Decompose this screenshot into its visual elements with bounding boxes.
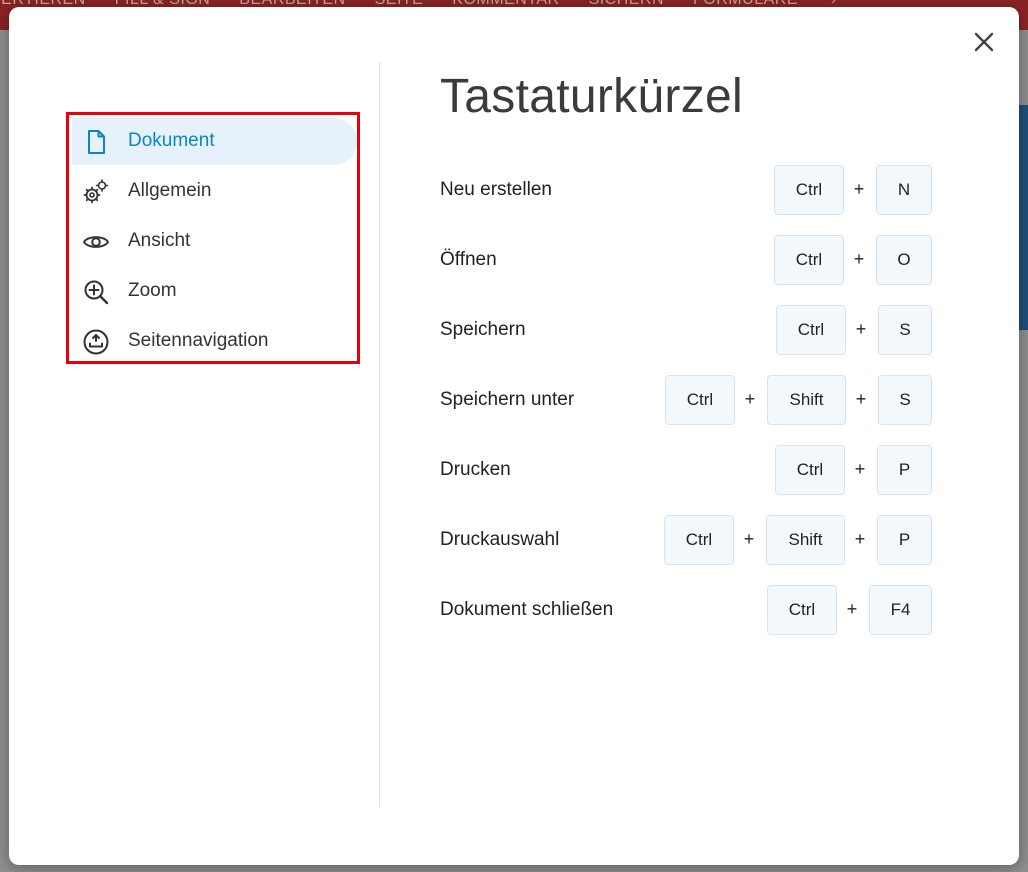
nav-item-ansicht[interactable]: Ansicht	[72, 218, 357, 265]
key-cap: N	[876, 165, 932, 215]
category-nav: Dokument Allgemein Ansicht Zoom Seitenna…	[66, 112, 360, 364]
key-cap: P	[877, 515, 932, 565]
eye-icon	[82, 236, 110, 248]
divider	[379, 62, 380, 807]
nav-item-allgemein[interactable]: Allgemein	[72, 168, 357, 215]
key-cap: Ctrl	[665, 375, 735, 425]
plus-separator: +	[854, 459, 866, 479]
shortcut-label: Dokument schließen	[440, 599, 614, 620]
plus-separator: +	[854, 529, 866, 549]
shortcut-label: Druckauswahl	[440, 529, 560, 550]
shortcut-row: Neu erstellen Ctrl + N	[440, 165, 932, 215]
key-cap: Ctrl	[767, 585, 837, 635]
key-cap: Ctrl	[774, 165, 844, 215]
document-icon	[88, 130, 105, 154]
plus-separator: +	[846, 599, 858, 619]
nav-item-label: Zoom	[128, 280, 177, 301]
key-cap: O	[876, 235, 932, 285]
close-icon	[974, 32, 994, 52]
background-blue-panel	[1019, 105, 1028, 330]
zoom-in-icon	[84, 280, 109, 305]
close-button[interactable]	[971, 29, 997, 55]
page-navigation-icon	[83, 329, 109, 355]
shortcut-label: Speichern	[440, 319, 526, 340]
shortcut-row: Drucken Ctrl + P	[440, 445, 932, 495]
plus-separator: +	[853, 179, 865, 199]
plus-separator: +	[743, 529, 755, 549]
nav-item-seitennavigation[interactable]: Seitennavigation	[72, 318, 357, 365]
plus-separator: +	[855, 319, 867, 339]
key-cap: Ctrl	[664, 515, 734, 565]
shortcut-row: Speichern unter Ctrl + Shift + S	[440, 375, 932, 425]
key-cap: S	[878, 305, 932, 355]
shortcut-label: Drucken	[440, 459, 511, 480]
shortcut-label: Speichern unter	[440, 389, 575, 410]
shortcut-label: Neu erstellen	[440, 179, 552, 200]
plus-separator: +	[855, 389, 867, 409]
nav-item-zoom[interactable]: Zoom	[72, 268, 357, 315]
key-cap: Shift	[767, 375, 846, 425]
key-cap: S	[878, 375, 932, 425]
key-cap: Shift	[766, 515, 845, 565]
shortcut-row: Öffnen Ctrl + O	[440, 235, 932, 285]
nav-item-label: Allgemein	[128, 180, 212, 201]
key-cap: Ctrl	[774, 235, 844, 285]
nav-item-label: Seitennavigation	[128, 330, 269, 351]
plus-separator: +	[853, 249, 865, 269]
nav-item-label: Dokument	[128, 130, 215, 151]
page-title: Tastaturkürzel	[440, 70, 743, 123]
key-cap: F4	[869, 585, 932, 635]
key-cap: Ctrl	[775, 445, 845, 495]
key-cap: Ctrl	[776, 305, 846, 355]
shortcut-row: Dokument schließen Ctrl + F4	[440, 585, 932, 635]
shortcut-label: Öffnen	[440, 249, 497, 270]
plus-separator: +	[744, 389, 756, 409]
shortcut-row: Speichern Ctrl + S	[440, 305, 932, 355]
shortcuts-dialog: Dokument Allgemein Ansicht Zoom Seitenna…	[9, 7, 1019, 865]
nav-item-label: Ansicht	[128, 230, 191, 251]
gears-icon	[83, 179, 109, 204]
key-cap: P	[877, 445, 932, 495]
nav-item-dokument[interactable]: Dokument	[72, 118, 357, 165]
shortcut-row: Druckauswahl Ctrl + Shift + P	[440, 515, 932, 565]
